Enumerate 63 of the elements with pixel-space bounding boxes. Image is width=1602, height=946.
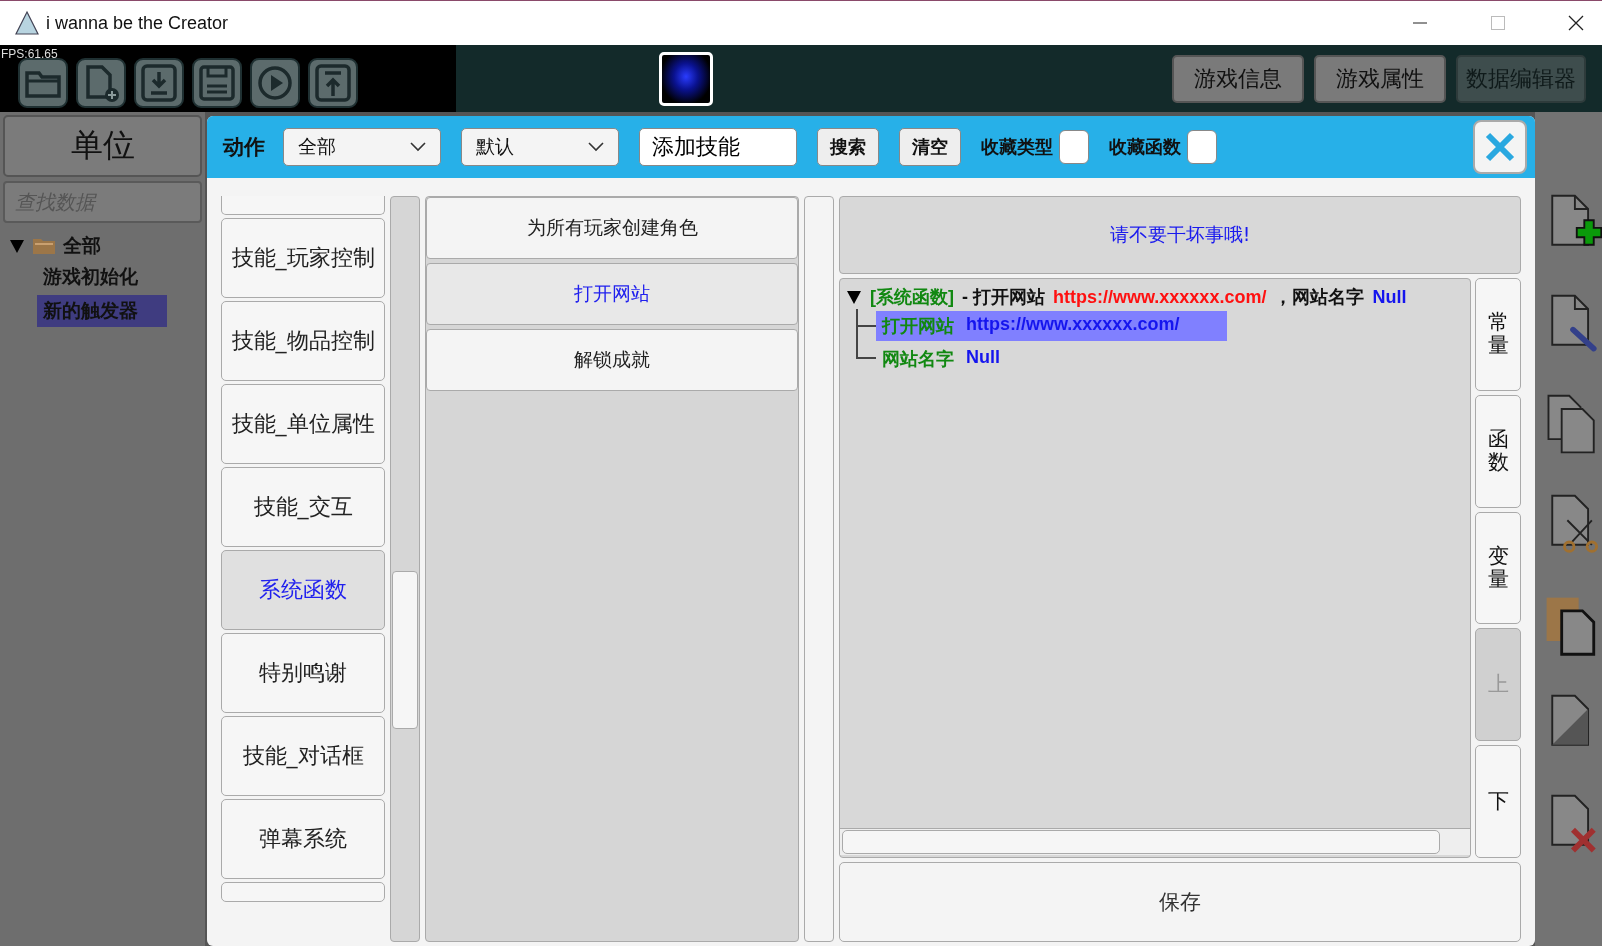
scrollbar-track[interactable] (840, 828, 1470, 855)
folder-icon (33, 238, 55, 254)
tree-node-text: https://www.xxxxxx.com/ (1053, 286, 1267, 308)
side-button[interactable]: 常量 (1475, 278, 1521, 391)
chevron-down-icon (410, 142, 426, 152)
dropdown[interactable]: 全部 (283, 128, 441, 166)
dialog-title: 动作 (223, 134, 265, 161)
upload-icon[interactable] (308, 57, 358, 108)
new-file-icon[interactable] (76, 57, 126, 108)
scrollbar-track[interactable] (390, 196, 420, 942)
game-thumbnail[interactable] (659, 51, 713, 106)
unit-header-button[interactable]: 单位 (3, 115, 202, 177)
side-button[interactable]: 变量 (1475, 511, 1521, 625)
tree-item[interactable]: 游戏初始化 (37, 261, 167, 293)
toggle-label: 收藏类型 (981, 135, 1053, 159)
action-item[interactable]: 解锁成就 (426, 329, 798, 391)
side-button[interactable]: 函数 (1475, 394, 1521, 508)
category-item[interactable]: 技能_物品控制 (221, 301, 385, 381)
side-button[interactable]: 下 (1475, 745, 1521, 858)
tree-node-text: [系统函数] (870, 286, 954, 309)
expand-toggle-icon[interactable] (9, 238, 25, 254)
action-item[interactable]: 为所有玩家创建角色 (426, 197, 798, 259)
category-item[interactable]: 技能_对话框 (221, 716, 385, 796)
triangle-logo-icon (14, 10, 40, 36)
toolbar-button[interactable]: 游戏属性 (1314, 54, 1446, 103)
fps-counter: FPS:61.65 (1, 47, 58, 61)
search-input-field[interactable]: 添加技能 (639, 128, 797, 166)
category-item[interactable]: 技能_交互 (221, 467, 385, 547)
scrollbar-thumb[interactable] (392, 571, 418, 729)
expand-toggle-icon[interactable] (846, 289, 862, 305)
close-icon[interactable] (1568, 15, 1584, 31)
dropdown[interactable]: 默认 (461, 128, 619, 166)
tree-node-text: ，网站名字 (1274, 286, 1365, 309)
category-item[interactable]: 弹幕系统 (221, 799, 385, 879)
window-title: i wanna be the Creator (46, 12, 229, 34)
notice-text: 请不要干坏事哦! (839, 196, 1521, 274)
category-item[interactable]: 技能_玩家控制 (221, 218, 385, 298)
scrollbar-thumb[interactable] (842, 830, 1440, 854)
tree-node-text: - 打开网站 (962, 286, 1045, 309)
toggle-label: 收藏函数 (1109, 135, 1181, 159)
category-item[interactable]: 技能_单位属性 (221, 384, 385, 464)
tree-node[interactable]: 网站名字 Null (876, 343, 1048, 374)
tree-item[interactable]: 全部 (63, 233, 101, 259)
close-button[interactable] (1473, 120, 1527, 174)
save-button[interactable]: 保存 (839, 862, 1521, 942)
category-item[interactable]: 特别鸣谢 (221, 633, 385, 713)
play-icon[interactable] (250, 57, 300, 108)
list-item[interactable] (221, 196, 385, 215)
toolbar-button[interactable]: 游戏信息 (1172, 54, 1304, 103)
save-icon[interactable] (192, 57, 242, 108)
checkbox[interactable] (1059, 130, 1089, 164)
tree-node-text: Null (1372, 286, 1407, 308)
chevron-down-icon (588, 142, 604, 152)
folder-icon[interactable] (18, 57, 68, 108)
checkbox[interactable] (1187, 130, 1217, 164)
header-button[interactable]: 清空 (899, 128, 961, 166)
download-icon[interactable] (134, 57, 184, 108)
list-item[interactable] (221, 882, 385, 902)
close-icon (1483, 130, 1517, 164)
category-item[interactable]: 系统函数 (221, 550, 385, 630)
action-item[interactable]: 打开网站 (426, 263, 798, 325)
scrollbar-track[interactable] (804, 196, 834, 942)
header-button[interactable]: 搜索 (817, 128, 879, 166)
